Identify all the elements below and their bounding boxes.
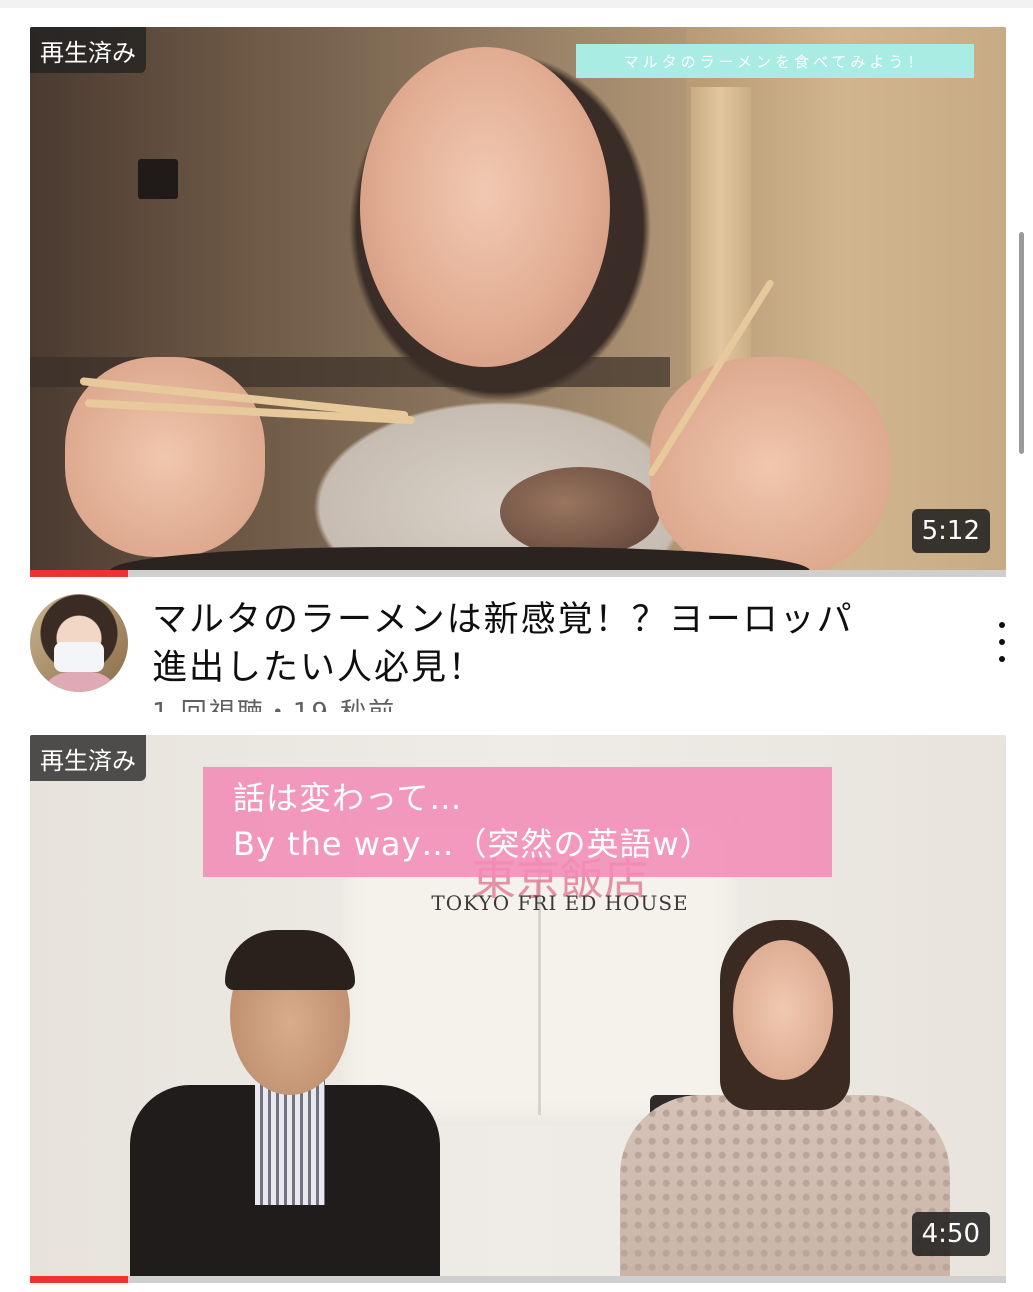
thumbnail-person [650, 357, 890, 577]
kebab-dot [999, 656, 1005, 662]
watched-badge: 再生済み [30, 735, 146, 781]
video-meta-1: マルタのラーメンは新感覚！？ヨーロッパ 進出したい人必見！ 1 回視聴・19 秒… [0, 582, 1033, 712]
avatar-detail [54, 642, 104, 672]
thumbnail-background [138, 159, 178, 199]
caption-line: 話は変わって… [233, 779, 463, 817]
video-duration: 5:12 [911, 509, 990, 553]
avatar-detail [40, 672, 120, 692]
watch-progress-bar [30, 1276, 1006, 1283]
thumbnail-person [225, 930, 355, 990]
kebab-dot [999, 622, 1005, 628]
video-thumbnail-1[interactable]: マルタのラーメンを食べてみよう！ 再生済み 5:12 [30, 27, 1006, 577]
thumbnail-person [620, 1095, 950, 1280]
thumbnail-person [360, 47, 610, 367]
video-thumbnail-2[interactable]: 東京飯店 TOKYO FRI ED HOUSE 話は変わって… By the w… [30, 735, 1006, 1280]
video-title-line: マルタのラーメンは新感覚！？ヨーロッパ [152, 600, 854, 640]
watch-progress-bar [30, 570, 1006, 577]
video-title-line: 進出したい人必見！ [152, 648, 486, 688]
kebab-dot [999, 639, 1005, 645]
scrollbar[interactable] [1019, 232, 1024, 454]
thumbnail-person [733, 940, 833, 1080]
watched-badge: 再生済み [30, 27, 146, 73]
kebab-vertical-icon[interactable] [990, 622, 1014, 662]
thumbnail-logo-text: TOKYO FRI ED HOUSE [431, 891, 689, 915]
video-duration: 4:50 [911, 1212, 990, 1256]
video-stats: 1 回視聴・19 秒前 [152, 692, 396, 712]
top-divider [0, 0, 1033, 8]
thumbnail-caption: マルタのラーメンを食べてみよう！ [576, 44, 974, 78]
watch-progress-fill [30, 1276, 128, 1283]
channel-avatar[interactable] [30, 594, 128, 692]
caption-line: By the way…（突然の英語w） [233, 825, 713, 863]
thumbnail-caption: 話は変わって… By the way…（突然の英語w） [203, 767, 832, 877]
thumbnail-spoon [500, 467, 660, 557]
video-title[interactable]: マルタのラーメンは新感覚！？ヨーロッパ 進出したい人必見！ [152, 596, 942, 692]
watch-progress-fill [30, 570, 128, 577]
